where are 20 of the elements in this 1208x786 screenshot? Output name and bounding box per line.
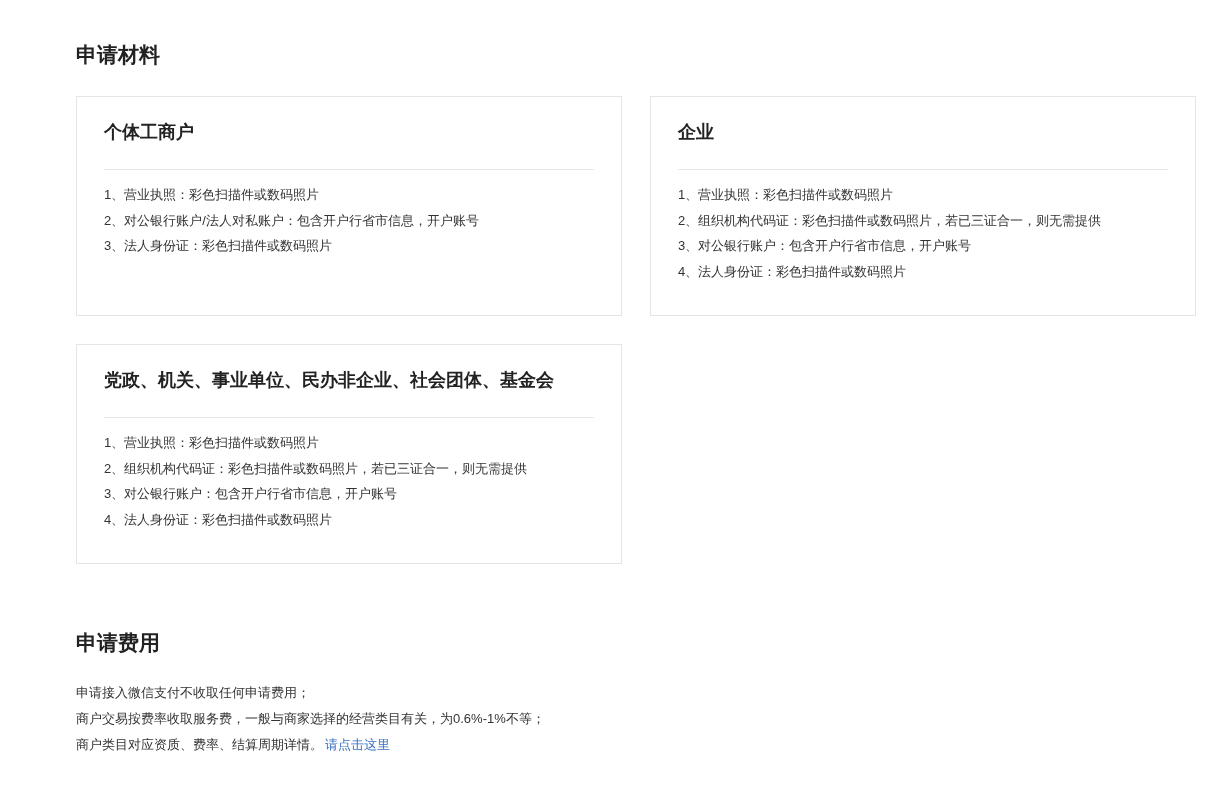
section-title: 申请材料: [76, 42, 160, 68]
card-title: 党政、机关、事业单位、民办非企业、社会团体、基金会: [104, 369, 554, 392]
requirement-item: 1、营业执照：彩色扫描件或数码照片: [104, 434, 320, 452]
requirement-item: 2、组织机构代码证：彩色扫描件或数码照片，若已三证合一，则无需提供: [678, 211, 1102, 230]
requirement-item: 2、对公银行账户/法人对私账户：包含开户行省市信息，开户账号: [104, 211, 479, 230]
section-title: 申请费用: [76, 630, 160, 656]
fee-note: 商户类目对应资质、费率、结算周期详情。: [76, 736, 323, 754]
card-title: 个体工商户: [104, 121, 194, 144]
requirement-item: 2、组织机构代码证：彩色扫描件或数码照片，若已三证合一，则无需提供: [104, 459, 528, 478]
fee-note: 申请接入微信支付不收取任何申请费用；: [76, 684, 310, 702]
fee-note: 商户交易按费率收取服务费，一般与商家选择的经营类目有关，为0.6%-1%不等；: [76, 710, 545, 728]
requirement-item: 1、营业执照：彩色扫描件或数码照片: [104, 186, 320, 204]
requirement-item: 3、对公银行账户：包含开户行省市信息，开户账号: [678, 237, 972, 255]
requirement-item: 4、法人身份证：彩色扫描件或数码照片: [104, 510, 333, 529]
requirement-item: 4、法人身份证：彩色扫描件或数码照片: [678, 262, 907, 281]
requirement-item: 3、法人身份证：彩色扫描件或数码照片: [104, 237, 333, 255]
requirement-item: 3、对公银行账户：包含开户行省市信息，开户账号: [104, 485, 398, 503]
card-title: 企业: [678, 121, 714, 144]
details-link[interactable]: 请点击这里: [325, 732, 390, 758]
requirement-item: 1、营业执照：彩色扫描件或数码照片: [678, 186, 894, 204]
